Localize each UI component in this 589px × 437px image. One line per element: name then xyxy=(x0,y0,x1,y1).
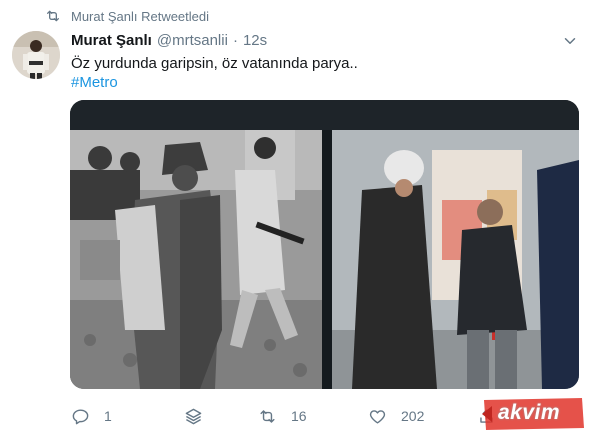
like-button[interactable]: 202 xyxy=(368,404,424,428)
reply-button[interactable]: 1 xyxy=(71,404,112,428)
retweet-label: Murat Şanlı Retweetledi xyxy=(71,8,210,24)
layers-icon xyxy=(185,408,202,424)
reply-icon xyxy=(72,408,89,424)
reply-count: 1 xyxy=(104,408,112,424)
like-count: 202 xyxy=(401,408,425,424)
retweet-icon xyxy=(260,409,275,423)
tweet-media[interactable] xyxy=(70,100,579,389)
tweet-header: Murat Şanlı @mrtsanlii · 12s xyxy=(71,30,577,50)
watermark-text: akvim xyxy=(498,401,561,424)
retweet-context[interactable]: Murat Şanlı Retweetledi xyxy=(45,6,209,26)
heart-icon xyxy=(369,409,386,424)
watermark: akvim xyxy=(480,396,586,432)
retweet-count: 16 xyxy=(291,408,307,424)
chevron-down-icon[interactable] xyxy=(561,32,579,50)
avatar-image xyxy=(12,31,60,79)
metro-photo[interactable] xyxy=(332,130,579,389)
author-handle[interactable]: @mrtsanlii xyxy=(157,32,228,49)
avatar[interactable] xyxy=(12,31,60,79)
historical-photo[interactable] xyxy=(70,130,322,389)
timestamp[interactable]: 12s xyxy=(243,32,267,49)
retweet-button[interactable]: 16 xyxy=(258,404,307,428)
threads-button[interactable] xyxy=(184,404,217,428)
separator-dot: · xyxy=(232,31,238,49)
hashtag-link[interactable]: #Metro xyxy=(71,73,118,93)
retweet-icon xyxy=(47,10,59,22)
media-top-strip xyxy=(70,100,579,130)
tweet-text: Öz yurdunda garipsin, öz vatanında parya… xyxy=(71,55,358,72)
author-name[interactable]: Murat Şanlı xyxy=(71,32,152,49)
